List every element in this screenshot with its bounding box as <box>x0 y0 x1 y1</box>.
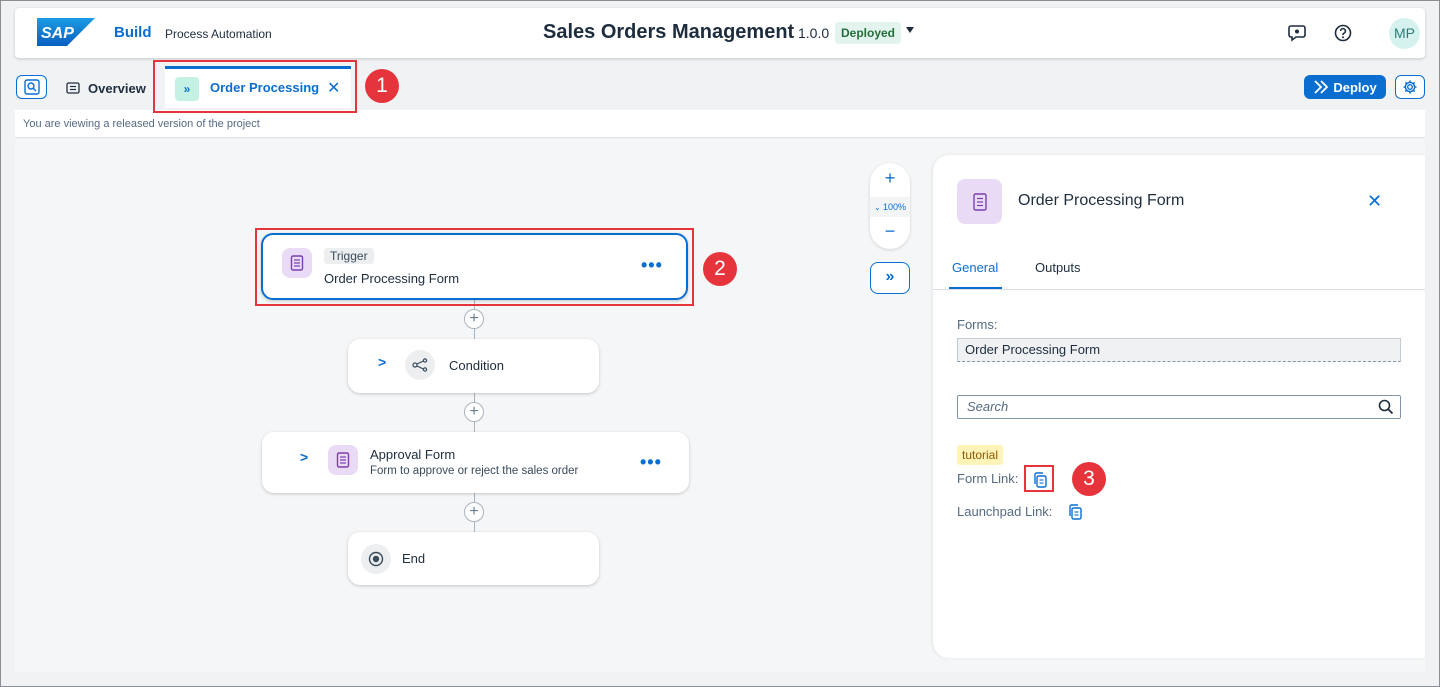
trigger-badge: Trigger <box>324 248 374 264</box>
project-title: Sales Orders Management <box>543 21 795 43</box>
sap-logo[interactable]: SAP <box>37 18 95 46</box>
search-canvas-button[interactable] <box>16 75 47 99</box>
condition-name: Condition <box>449 358 504 373</box>
panel-title: Order Processing Form <box>1018 192 1185 209</box>
approval-description: Form to approve or reject the sales orde… <box>370 465 579 477</box>
divider <box>933 289 1425 290</box>
find-icon <box>24 79 40 95</box>
shell-bar: SAP Build Process Automation Sales Order… <box>15 8 1425 58</box>
search-input[interactable]: Search <box>957 395 1401 419</box>
settings-button[interactable] <box>1395 75 1425 99</box>
expand-chevron-icon[interactable]: > <box>378 354 386 370</box>
stop-icon <box>361 544 391 574</box>
tag-tutorial: tutorial <box>957 445 1004 465</box>
tab-order-processing-label: Order Processing <box>210 80 320 95</box>
copy-form-link-icon[interactable] <box>1032 472 1048 488</box>
overview-icon <box>66 82 80 94</box>
tab-order-processing[interactable]: » Order Processing ✕ <box>165 66 351 108</box>
details-panel: Order Processing Form ✕ General Outputs … <box>933 155 1425 658</box>
process-icon: » <box>175 77 199 101</box>
step-marker-1: 1 <box>365 69 399 103</box>
version-label: 1.0.0 <box>798 25 830 41</box>
zoom-controls: + ⌄ 100% − <box>870 163 910 249</box>
search-placeholder: Search <box>967 399 1009 414</box>
copy-launchpad-link-icon[interactable] <box>1067 504 1083 520</box>
brand-label: Build <box>114 24 152 41</box>
deploy-button[interactable]: Deploy <box>1304 75 1386 99</box>
trigger-node[interactable]: Trigger Order Processing Form ••• <box>261 233 688 300</box>
info-bar: You are viewing a released version of th… <box>15 110 1425 138</box>
approval-node[interactable]: > Approval Form Form to approve or rejec… <box>262 432 689 493</box>
status-badge: Deployed <box>835 22 902 44</box>
form-icon <box>328 445 358 475</box>
zoom-in-button[interactable]: + <box>870 168 910 189</box>
forms-field[interactable]: Order Processing Form <box>957 338 1401 362</box>
svg-text:SAP: SAP <box>41 25 74 42</box>
gear-icon <box>1403 80 1417 94</box>
info-message: You are viewing a released version of th… <box>23 118 260 130</box>
more-options-icon[interactable]: ••• <box>641 255 663 276</box>
deploy-label: Deploy <box>1333 79 1377 95</box>
approval-name: Approval Form <box>370 447 456 462</box>
search-icon[interactable] <box>1378 399 1394 415</box>
forms-label: Forms: <box>957 317 998 332</box>
form-link-label: Form Link: <box>957 471 1019 486</box>
tab-overview-label: Overview <box>88 80 146 96</box>
zoom-level[interactable]: ⌄ 100% <box>870 197 910 217</box>
trigger-name: Order Processing Form <box>324 271 460 286</box>
expand-chevron-icon[interactable]: > <box>300 449 308 465</box>
condition-node[interactable]: > Condition <box>348 339 599 393</box>
end-name: End <box>402 551 426 566</box>
launchpad-link-label: Launchpad Link: <box>957 504 1053 519</box>
condition-icon <box>405 350 435 380</box>
tab-overview[interactable]: Overview <box>66 78 146 98</box>
help-icon[interactable] <box>1333 23 1353 43</box>
step-marker-3: 3 <box>1072 462 1106 496</box>
add-step-button[interactable]: + <box>464 309 484 329</box>
feedback-icon[interactable] <box>1287 23 1307 43</box>
deploy-icon <box>1314 80 1329 94</box>
end-node[interactable]: End <box>348 532 599 585</box>
user-avatar[interactable]: MP <box>1389 18 1420 49</box>
close-tab-icon[interactable]: ✕ <box>327 78 340 98</box>
tab-outputs[interactable]: Outputs <box>1035 260 1081 275</box>
expand-panel-button[interactable]: » <box>870 262 910 294</box>
more-options-icon[interactable]: ••• <box>640 452 662 473</box>
app-name: Process Automation <box>165 27 272 41</box>
zoom-out-button[interactable]: − <box>870 221 910 242</box>
step-marker-2: 2 <box>703 252 737 286</box>
form-icon <box>957 179 1002 224</box>
add-step-button[interactable]: + <box>464 402 484 422</box>
version-dropdown-icon[interactable] <box>906 27 914 33</box>
close-panel-icon[interactable]: ✕ <box>1367 191 1382 212</box>
tab-general[interactable]: General <box>952 260 998 275</box>
add-step-button[interactable]: + <box>464 502 484 522</box>
form-icon <box>282 248 312 278</box>
